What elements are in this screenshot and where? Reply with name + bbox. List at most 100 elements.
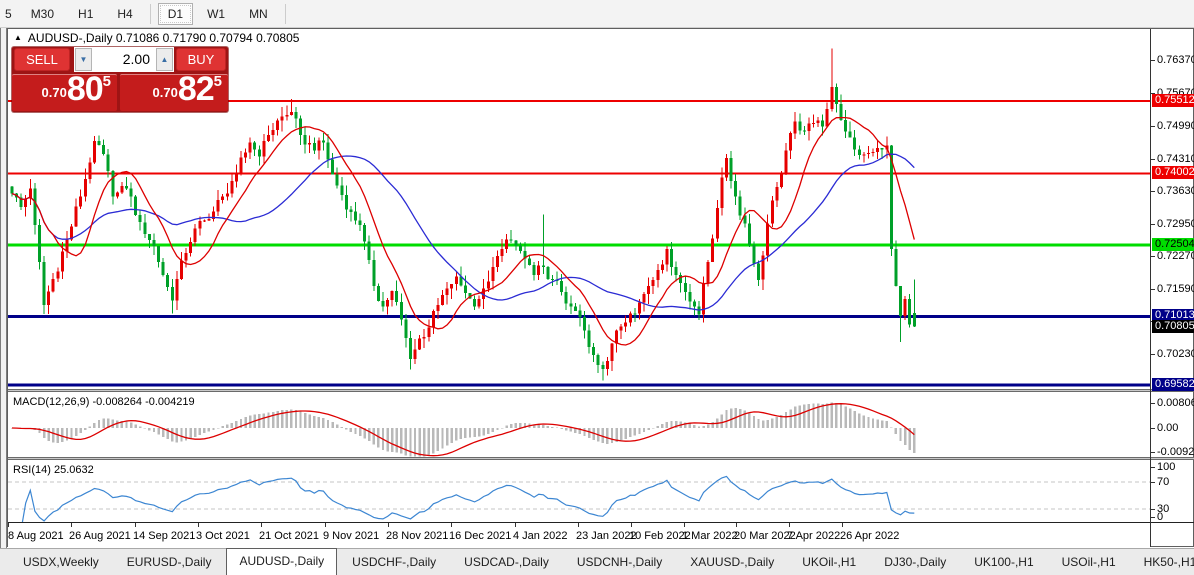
- chart-title-text: AUDUSD-,Daily 0.71086 0.71790 0.70794 0.…: [27, 31, 300, 45]
- trade-panel-price-row: 0.70805 0.70825: [12, 70, 228, 112]
- macd-values: -0.008264 -0.004219: [92, 396, 195, 408]
- timeframe-button-h1[interactable]: H1: [68, 3, 103, 25]
- tab-usdchf-daily[interactable]: USDCHF-,Daily: [339, 550, 449, 575]
- buy-price-prefix: 0.70: [152, 85, 178, 100]
- tab-uk100-h1[interactable]: UK100-,H1: [961, 550, 1046, 575]
- axis-tick-mark: [1151, 224, 1155, 225]
- tab-xauusd-daily[interactable]: XAUUSD-,Daily: [677, 550, 787, 575]
- date-tick-mark: [842, 523, 843, 527]
- price-tick-label: 0.74990: [1157, 120, 1194, 132]
- buy-price-display[interactable]: 0.70825: [120, 70, 228, 111]
- timeframe-button-m5-partial[interactable]: 5: [4, 3, 17, 25]
- price-tick-label: 0.74310: [1157, 153, 1194, 165]
- panel-divider[interactable]: [8, 457, 1194, 460]
- volume-input[interactable]: 2.00: [92, 48, 156, 71]
- volume-increase-icon[interactable]: ▲: [156, 48, 173, 71]
- axis-tick-mark: [1151, 509, 1155, 510]
- date-label: 14 Sep 2021: [133, 530, 196, 542]
- rsi-tick-label: 70: [1157, 476, 1170, 488]
- current-price-badge: 0.70805: [1152, 320, 1194, 333]
- panel-divider: [8, 522, 1194, 523]
- axis-tick-mark: [1151, 256, 1155, 257]
- tab-hk50-h1[interactable]: HK50-,H1: [1131, 550, 1194, 575]
- tab-eurusd-daily[interactable]: EURUSD-,Daily: [114, 550, 225, 575]
- date-tick-mark: [8, 523, 9, 527]
- macd-label: MACD(12,26,9) -0.008264 -0.004219: [13, 396, 195, 408]
- axis-tick-mark: [1151, 428, 1155, 429]
- macd-signal-line: [11, 403, 915, 457]
- price-level-badge: 0.72504: [1152, 238, 1194, 251]
- date-tick-mark: [578, 523, 579, 527]
- date-label: 26 Apr 2022: [840, 530, 900, 542]
- macd-tick-label: -0.009286: [1157, 446, 1194, 458]
- tab-audusd-daily[interactable]: AUDUSD-,Daily: [226, 548, 338, 575]
- chart-tab-bar: USDX,Weekly EURUSD-,Daily AUDUSD-,Daily USD…: [0, 548, 1194, 575]
- date-label: 28 Nov 2021: [386, 530, 449, 542]
- rsi-line: [21, 475, 915, 522]
- price-tick-label: 0.72270: [1157, 250, 1194, 262]
- rsi-tick-label: 0: [1157, 511, 1164, 523]
- date-tick-mark: [261, 523, 262, 527]
- date-tick-mark: [451, 523, 452, 527]
- sell-price-big: 80: [66, 70, 104, 108]
- tab-dj30-daily[interactable]: DJ30-,Daily: [871, 550, 959, 575]
- rsi-indicator-panel[interactable]: [8, 460, 1150, 522]
- collapse-panel-icon[interactable]: ▲: [14, 33, 22, 42]
- rsi-label: RSI(14) 25.0632: [13, 464, 94, 476]
- date-tick-mark: [135, 523, 136, 527]
- date-label: 8 Aug 2021: [8, 530, 64, 542]
- axis-tick-mark: [1151, 159, 1155, 160]
- timeframe-button-h4[interactable]: H4: [107, 3, 142, 25]
- volume-decrease-icon[interactable]: ▼: [75, 48, 92, 71]
- price-level-badge: 0.69582: [1152, 378, 1194, 391]
- tab-usdx-weekly[interactable]: USDX,Weekly: [10, 550, 112, 575]
- timeframe-button-d1[interactable]: D1: [157, 2, 194, 25]
- date-label: 21 Oct 2021: [259, 530, 319, 542]
- tab-usdcad-daily[interactable]: USDCAD-,Daily: [451, 550, 562, 575]
- moving-average-line: [11, 116, 915, 346]
- sell-button[interactable]: SELL: [14, 48, 70, 71]
- timeframe-button-m30[interactable]: M30: [21, 3, 64, 25]
- date-tick-mark: [325, 523, 326, 527]
- panel-divider[interactable]: [8, 389, 1194, 392]
- timeframe-button-w1[interactable]: W1: [197, 3, 235, 25]
- date-axis[interactable]: 8 Aug 2021 26 Aug 2021 14 Sep 2021 3 Oct 20…: [8, 523, 1150, 547]
- date-label: 3 Oct 2021: [196, 530, 250, 542]
- date-tick-mark: [631, 523, 632, 527]
- axis-tick-mark: [1151, 467, 1155, 468]
- buy-button[interactable]: BUY: [176, 48, 226, 71]
- price-tick-label: 0.71590: [1157, 283, 1194, 295]
- date-tick-mark: [684, 523, 685, 527]
- axis-tick-mark: [1151, 60, 1155, 61]
- tab-ukoil-h1[interactable]: UKOil-,H1: [789, 550, 869, 575]
- volume-spinner: ▼ 2.00 ▲: [74, 47, 174, 72]
- buy-price-big: 82: [177, 70, 215, 108]
- date-tick-mark: [789, 523, 790, 527]
- axis-tick-mark: [1151, 191, 1155, 192]
- left-window-edge: [0, 28, 7, 575]
- tab-usoil-h1[interactable]: USOil-,H1: [1049, 550, 1129, 575]
- rsi-tick-label: 100: [1157, 461, 1176, 473]
- date-tick-mark: [515, 523, 516, 527]
- date-tick-mark: [736, 523, 737, 527]
- date-label: 7 Apr 2022: [787, 530, 841, 542]
- axis-tick-mark: [1151, 517, 1155, 518]
- date-label: 4 Jan 2022: [513, 530, 568, 542]
- date-label: 9 Nov 2021: [323, 530, 380, 542]
- level-lines-layer: [8, 100, 1150, 387]
- price-axis-border: [1150, 29, 1151, 547]
- date-tick-mark: [388, 523, 389, 527]
- axis-tick-mark: [1151, 482, 1155, 483]
- date-label: 23 Jan 2022: [576, 530, 637, 542]
- date-tick-mark: [198, 523, 199, 527]
- timeframe-button-mn[interactable]: MN: [239, 3, 278, 25]
- macd-tick-label: 0.008061: [1157, 397, 1194, 409]
- macd-tick-label: 0.00: [1157, 422, 1179, 434]
- sell-price-display[interactable]: 0.70805: [12, 70, 117, 111]
- date-label: 16 Dec 2021: [449, 530, 512, 542]
- tab-usdcnh-daily[interactable]: USDCNH-,Daily: [564, 550, 675, 575]
- date-tick-mark: [71, 523, 72, 527]
- sell-price-prefix: 0.70: [41, 85, 67, 100]
- axis-tick-mark: [1151, 452, 1155, 453]
- price-level-badge: 0.75512: [1152, 94, 1194, 107]
